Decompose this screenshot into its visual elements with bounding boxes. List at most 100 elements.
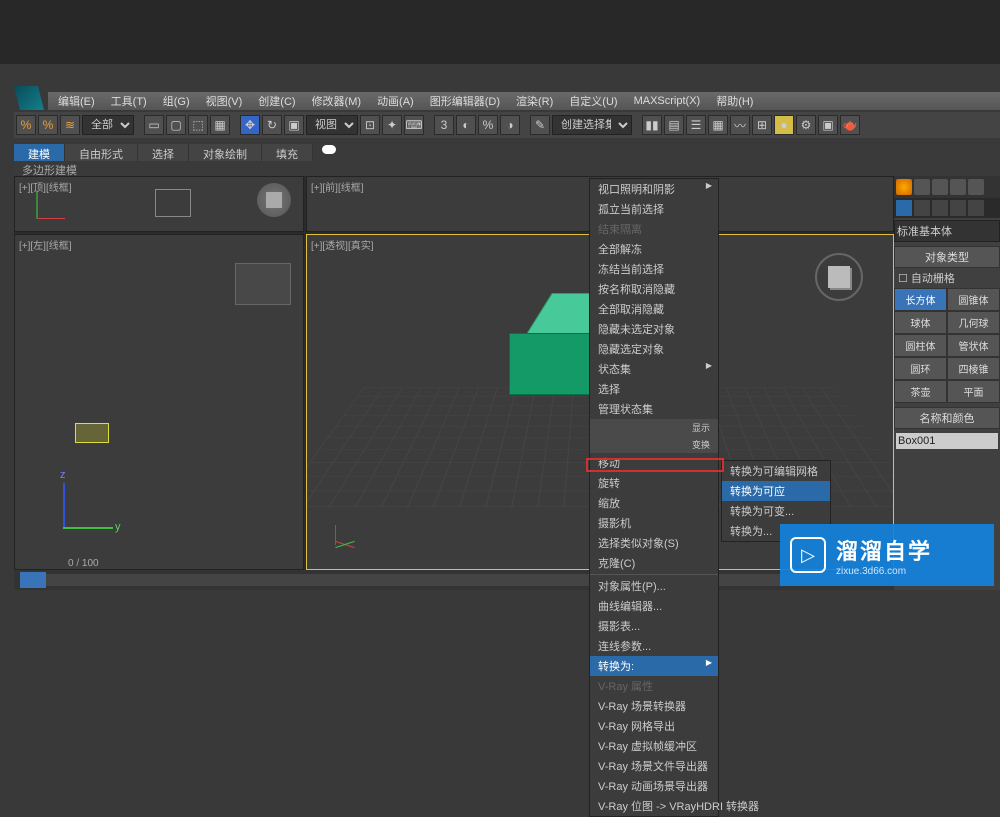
cm-unhide-name[interactable]: 按名称取消隐藏 [590, 279, 718, 299]
viewcube-icon[interactable] [257, 183, 291, 217]
timeline-thumb[interactable] [20, 572, 46, 588]
cm-vray-scene-export[interactable]: V-Ray 场景文件导出器 [590, 756, 718, 776]
btn-geosphere[interactable]: 几何球 [947, 311, 1000, 334]
curve-editor-icon[interactable]: 〰 [730, 115, 750, 135]
cm-unfreeze-all[interactable]: 全部解冻 [590, 239, 718, 259]
menu-tools[interactable]: 工具(T) [103, 91, 155, 111]
cm-move[interactable]: 移动 [590, 453, 718, 473]
create-tab-icon[interactable] [896, 200, 912, 216]
mirror-icon[interactable]: ▮▮ [642, 115, 662, 135]
pivot-icon[interactable]: ⊡ [360, 115, 380, 135]
display-tab-icon[interactable] [968, 200, 984, 216]
menu-modifiers[interactable]: 修改器(M) [304, 91, 370, 111]
rollout-name-color[interactable]: 名称和颜色 [894, 407, 1000, 429]
cm-object-props[interactable]: 对象属性(P)... [590, 576, 718, 596]
scale-icon[interactable]: ▣ [284, 115, 304, 135]
cm-vray-props[interactable]: V-Ray 属性 [590, 676, 718, 696]
btn-box[interactable]: 长方体 [894, 288, 947, 311]
cm-manage-states[interactable]: 管理状态集 [590, 399, 718, 419]
cm-camera[interactable]: 摄影机 [590, 513, 718, 533]
cm-rotate[interactable]: 旋转 [590, 473, 718, 493]
quad-menu[interactable]: 视口照明和阴影 孤立当前选择 结束隔离 全部解冻 冻结当前选择 按名称取消隐藏 … [589, 178, 719, 817]
cm-clone[interactable]: 克隆(C) [590, 553, 718, 573]
cm-vray-mesh-export[interactable]: V-Ray 网格导出 [590, 716, 718, 736]
move-icon[interactable]: ✥ [240, 115, 260, 135]
time-slider[interactable]: 0 / 100 [14, 570, 894, 590]
bind-icon[interactable]: ≋ [60, 115, 80, 135]
ribbon-tab-objectpaint[interactable]: 对象绘制 [189, 144, 262, 161]
cm-isolate[interactable]: 孤立当前选择 [590, 199, 718, 219]
cm-select-similar[interactable]: 选择类似对象(S) [590, 533, 718, 553]
cm-scale[interactable]: 缩放 [590, 493, 718, 513]
menu-customize[interactable]: 自定义(U) [561, 91, 625, 111]
ribbon-tab-selection[interactable]: 选择 [138, 144, 189, 161]
btn-torus[interactable]: 圆环 [894, 357, 947, 380]
schematic-icon[interactable]: ⊞ [752, 115, 772, 135]
btn-teapot[interactable]: 茶壶 [894, 380, 947, 403]
select-region-icon[interactable]: ⬚ [188, 115, 208, 135]
layers-icon[interactable]: ☰ [686, 115, 706, 135]
cm-vray-bitmap-conv[interactable]: V-Ray 位图 -> VRayHDRI 转换器 [590, 796, 718, 816]
menu-animation[interactable]: 动画(A) [369, 91, 422, 111]
cm-vray-vfb[interactable]: V-Ray 虚拟帧缓冲区 [590, 736, 718, 756]
cm-wire-params[interactable]: 连线参数... [590, 636, 718, 656]
ribbon-subtab-polymodel[interactable]: 多边形建模 [14, 161, 85, 176]
cm-select[interactable]: 选择 [590, 379, 718, 399]
named-sets-edit-icon[interactable]: ✎ [530, 115, 550, 135]
sm-editable-mesh[interactable]: 转换为可编辑网格 [722, 461, 830, 481]
link-icon[interactable]: % [16, 115, 36, 135]
btn-tube[interactable]: 管状体 [947, 334, 1000, 357]
select-icon[interactable]: ▭ [144, 115, 164, 135]
align-icon[interactable]: ▤ [664, 115, 684, 135]
panel-icon-3[interactable] [932, 179, 948, 195]
sm-editable-poly[interactable]: 转换为可应 [722, 481, 830, 501]
sun-icon[interactable] [896, 179, 912, 195]
menu-help[interactable]: 帮助(H) [708, 91, 761, 111]
render-icon[interactable]: 🫖 [840, 115, 860, 135]
modify-tab-icon[interactable] [914, 200, 930, 216]
snap-toggle-icon[interactable]: 3 [434, 115, 454, 135]
cm-hide-sel[interactable]: 隐藏选定对象 [590, 339, 718, 359]
material-editor-icon[interactable]: ● [774, 115, 794, 135]
autogrid-checkbox[interactable]: ☐ 自动栅格 [894, 268, 1000, 288]
cm-unhide-all[interactable]: 全部取消隐藏 [590, 299, 718, 319]
manip-icon[interactable]: ✦ [382, 115, 402, 135]
main-menubar[interactable]: 编辑(E) 工具(T) 组(G) 视图(V) 创建(C) 修改器(M) 动画(A… [48, 92, 1000, 110]
angle-snap-icon[interactable]: ◐ [456, 115, 476, 135]
menu-grapheditors[interactable]: 图形编辑器(D) [422, 91, 508, 111]
viewport-top[interactable]: [+][顶][线框] [14, 176, 304, 232]
window-crossing-icon[interactable]: ▦ [210, 115, 230, 135]
btn-cylinder[interactable]: 圆柱体 [894, 334, 947, 357]
panel-icon-2[interactable] [914, 179, 930, 195]
menu-view[interactable]: 视图(V) [198, 91, 251, 111]
timeline-track[interactable] [20, 574, 888, 586]
percent-snap-icon[interactable]: % [478, 115, 498, 135]
cm-vray-anim-export[interactable]: V-Ray 动画场景导出器 [590, 776, 718, 796]
ribbon-tab-freeform[interactable]: 自由形式 [65, 144, 138, 161]
graphite-icon[interactable]: ▦ [708, 115, 728, 135]
rollout-object-type[interactable]: 对象类型 [894, 246, 1000, 268]
menu-maxscript[interactable]: MAXScript(X) [626, 93, 709, 109]
spinner-snap-icon[interactable]: ◑ [500, 115, 520, 135]
ribbon-tab-modeling[interactable]: 建模 [14, 144, 65, 161]
panel-icon-4[interactable] [950, 179, 966, 195]
btn-plane[interactable]: 平面 [947, 380, 1000, 403]
cm-state-sets[interactable]: 状态集 [590, 359, 718, 379]
btn-sphere[interactable]: 球体 [894, 311, 947, 334]
render-setup-icon[interactable]: ⚙ [796, 115, 816, 135]
motion-tab-icon[interactable] [950, 200, 966, 216]
menu-edit[interactable]: 编辑(E) [50, 91, 103, 111]
cm-freeze-sel[interactable]: 冻结当前选择 [590, 259, 718, 279]
btn-pyramid[interactable]: 四棱锥 [947, 357, 1000, 380]
primitive-type-dropdown[interactable]: 标准基本体 [894, 220, 1000, 242]
btn-cone[interactable]: 圆锥体 [947, 288, 1000, 311]
select-name-icon[interactable]: ▢ [166, 115, 186, 135]
hierarchy-tab-icon[interactable] [932, 200, 948, 216]
ribbon-tab-fill[interactable]: 填充 [262, 144, 313, 161]
selection-filter-dropdown[interactable]: 全部 [82, 115, 134, 135]
keyboard-icon[interactable]: ⌨ [404, 115, 424, 135]
rotate-icon[interactable]: ↻ [262, 115, 282, 135]
cm-dope-sheet[interactable]: 摄影表... [590, 616, 718, 636]
menu-create[interactable]: 创建(C) [250, 91, 303, 111]
viewcube-persp-icon[interactable] [815, 253, 863, 301]
